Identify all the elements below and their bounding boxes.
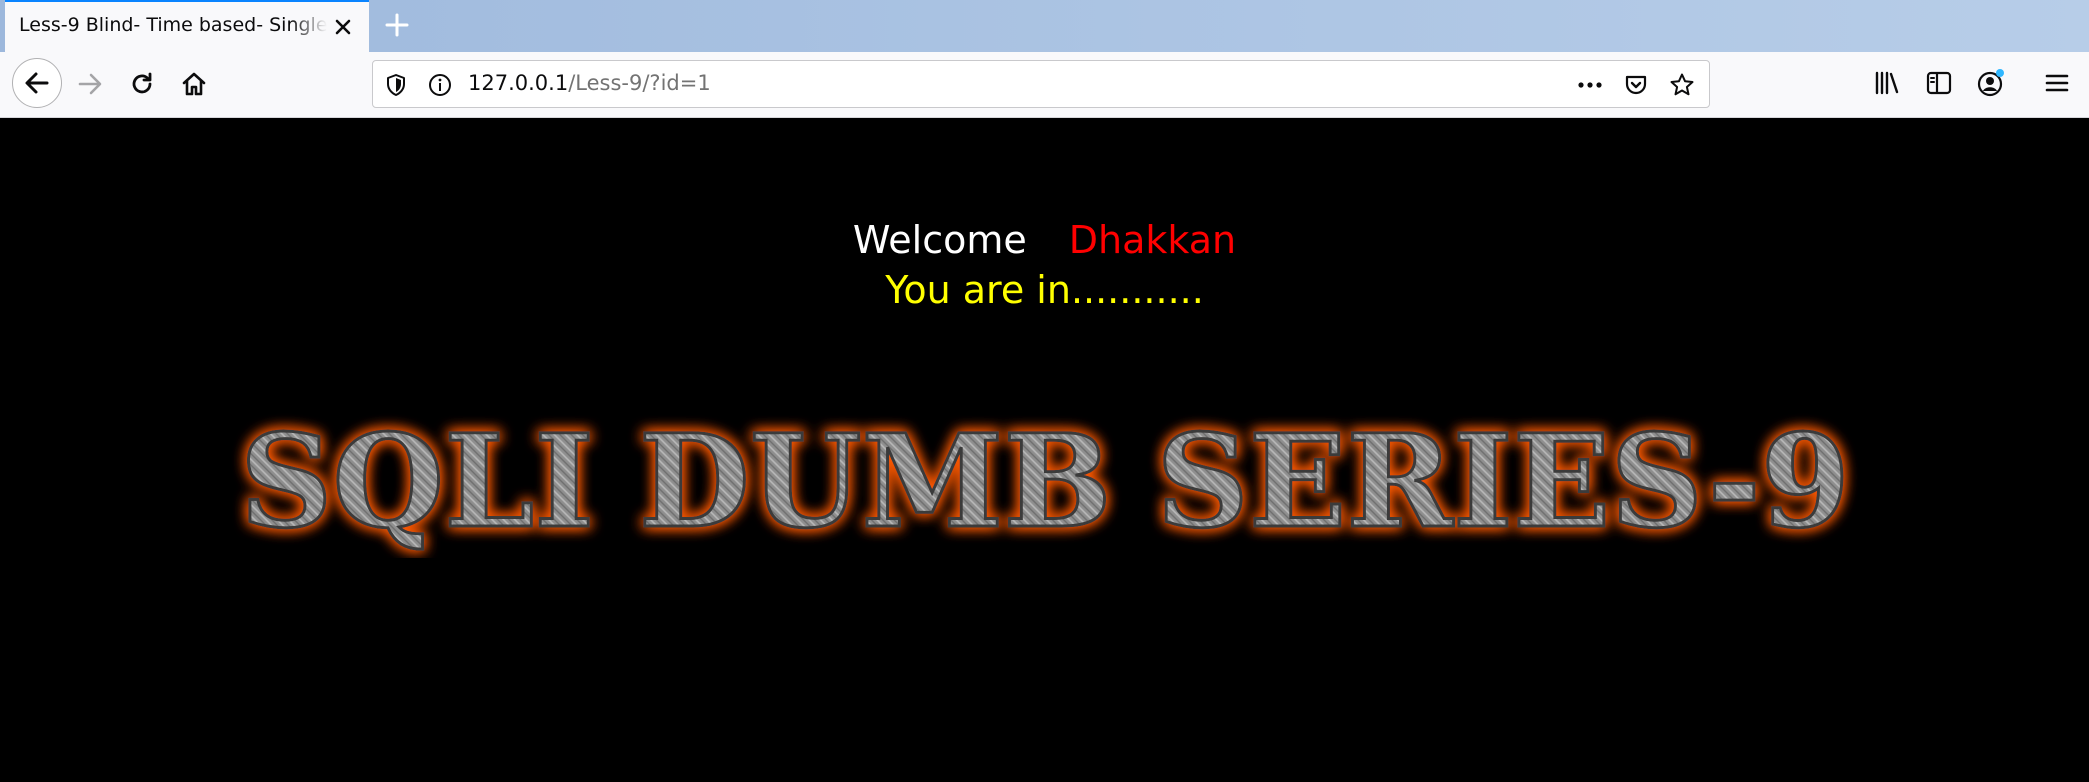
welcome-line: Welcome Dhakkan — [0, 218, 2089, 262]
tab-active[interactable]: Less-9 Blind- Time based- Single Quotes-… — [5, 0, 369, 52]
star-icon[interactable] — [1669, 72, 1695, 98]
arrow-right-icon — [76, 70, 104, 98]
url-text[interactable]: 127.0.0.1/Less-9/?id=1 — [468, 71, 711, 95]
close-icon[interactable] — [330, 14, 356, 40]
welcome-text: Welcome — [852, 218, 1027, 262]
home-icon — [180, 70, 208, 98]
url-path: /Less-9/?id=1 — [568, 71, 711, 95]
browser-window: Less-9 Blind- Time based- Single Quotes-… — [0, 0, 2089, 782]
pocket-icon[interactable] — [1623, 72, 1649, 98]
url-host: 127.0.0.1 — [468, 71, 569, 95]
tab-title: Less-9 Blind- Time based- Single Quotes-… — [19, 14, 327, 36]
reload-icon — [128, 70, 156, 98]
banner-text: SQLI DUMB SERIES-9 — [240, 408, 1850, 557]
page-content: Welcome Dhakkan You are in........... SQ… — [0, 118, 2089, 782]
tab-strip: Less-9 Blind- Time based- Single Quotes-… — [0, 0, 2089, 52]
user-name: Dhakkan — [1068, 218, 1237, 262]
forward-button[interactable] — [66, 60, 114, 108]
more-horizontal-icon[interactable] — [1577, 72, 1603, 98]
status-text: You are in........... — [885, 268, 1204, 312]
shield-icon[interactable] — [383, 72, 409, 98]
url-bar[interactable]: 127.0.0.1/Less-9/?id=1 — [372, 60, 1710, 108]
reload-button[interactable] — [118, 60, 166, 108]
plus-icon — [384, 12, 410, 38]
navigation-toolbar: 127.0.0.1/Less-9/?id=1 — [0, 52, 2089, 118]
sidebar-icon[interactable] — [1922, 66, 1956, 100]
account-icon[interactable] — [1974, 66, 2008, 100]
new-tab-button[interactable] — [380, 8, 414, 42]
hamburger-menu-icon[interactable] — [2040, 66, 2074, 100]
back-button[interactable] — [12, 58, 62, 108]
banner-image: SQLI DUMB SERIES-9 — [239, 408, 1852, 558]
arrow-left-icon — [23, 69, 51, 97]
home-button[interactable] — [170, 60, 218, 108]
library-icon[interactable] — [1870, 66, 1904, 100]
info-icon[interactable] — [427, 72, 453, 98]
